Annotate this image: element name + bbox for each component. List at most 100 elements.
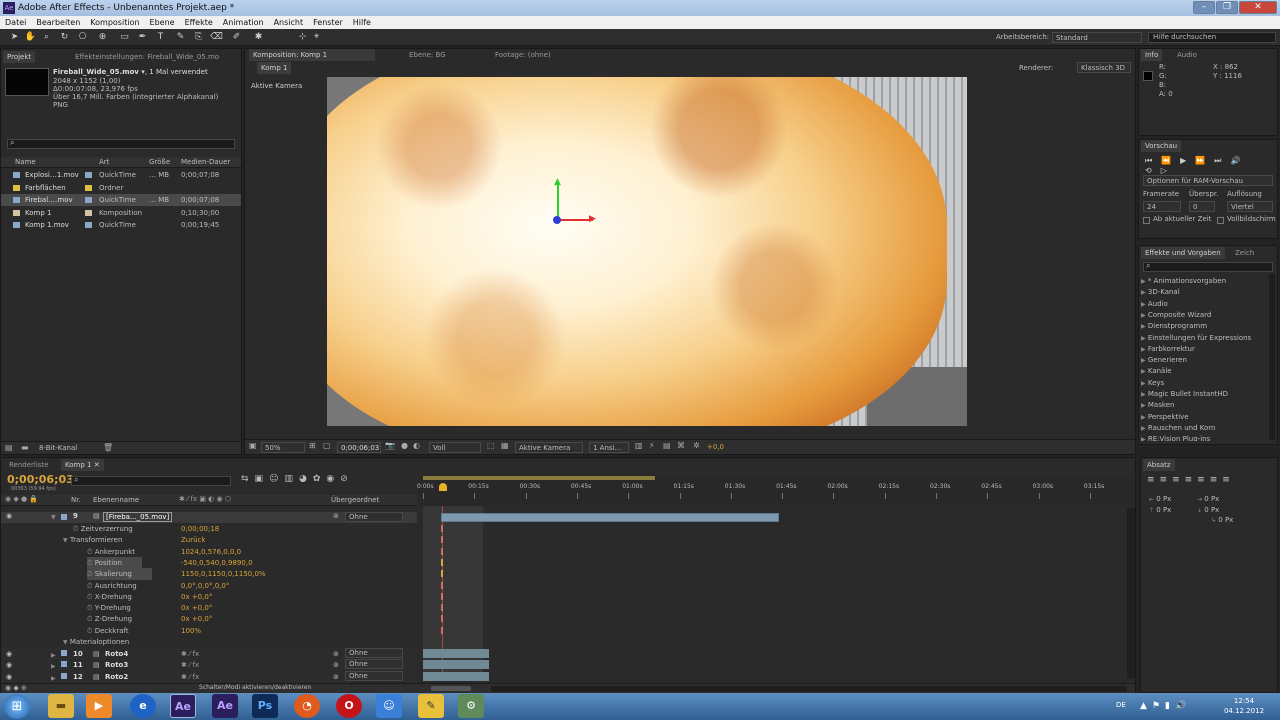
world-axis-icon[interactable]: ⌖ — [310, 31, 323, 44]
comp-mini-flowchart-icon[interactable]: ⇆ — [241, 474, 255, 484]
effects-category[interactable]: ▶ Kanäle — [1141, 365, 1269, 377]
tab-timeline-komp1[interactable]: Komp 1 ✕ — [61, 459, 104, 471]
property-value[interactable]: 1150,0,1150,0,1150,0% — [181, 568, 266, 580]
effects-category[interactable]: ▶ Farbkorrektur — [1141, 343, 1269, 355]
photoshop-taskbar-icon[interactable]: Ps — [252, 694, 278, 718]
effects-category[interactable]: ▶ Dienstprogramm — [1141, 320, 1269, 332]
current-time-indicator[interactable] — [439, 483, 447, 491]
tab-info[interactable]: Info — [1141, 49, 1163, 61]
first-frame-icon[interactable]: ⏮ — [1145, 156, 1161, 165]
keyframe-marker[interactable] — [441, 626, 443, 634]
timeline-zoom-slider[interactable] — [431, 686, 471, 691]
safe-margins-icon[interactable]: ⊞ — [309, 441, 316, 450]
next-frame-icon[interactable]: ⏩ — [1195, 156, 1214, 165]
keyframe-marker[interactable] — [441, 558, 443, 566]
effects-category[interactable]: ▶ * Animationsvorgaben — [1141, 275, 1269, 287]
exposure-value[interactable]: +0,0 — [707, 443, 724, 451]
property-value[interactable]: Zurück — [181, 534, 205, 546]
menu-effekte[interactable]: Effekte — [180, 16, 218, 29]
effects-category[interactable]: ▶ Masken — [1141, 399, 1269, 411]
menu-fenster[interactable]: Fenster — [308, 16, 348, 29]
project-item[interactable]: Komp 1 Komposition 0;10;30;00 — [1, 207, 241, 219]
footer-icons[interactable]: ◉ ◆ ⊕ — [5, 684, 27, 692]
col-duration[interactable]: Medien-Dauer — [181, 158, 230, 166]
keyframe-marker[interactable] — [441, 547, 443, 555]
frame-blending-icon[interactable]: ▥ — [284, 474, 299, 484]
property-row[interactable]: ▼ Materialoptionen — [1, 636, 417, 648]
region-of-interest-icon[interactable]: ⬚ — [487, 441, 495, 450]
fullscreen-checkbox[interactable] — [1217, 217, 1224, 224]
effects-category[interactable]: ▶ Perspektive — [1141, 411, 1269, 423]
layer-duration-bar[interactable] — [423, 649, 489, 658]
start-button-icon[interactable]: ⊞ — [4, 694, 30, 719]
layer-9-parent-select[interactable]: Ohne — [345, 512, 403, 522]
gizmo-x-axis[interactable] — [557, 219, 593, 221]
visibility-icon[interactable]: ◉ — [6, 659, 12, 671]
effects-category[interactable]: ▶ RE:Vision Plug-ins — [1141, 433, 1269, 441]
menu-ebene[interactable]: Ebene — [145, 16, 180, 29]
effects-category[interactable]: ▶ Generieren — [1141, 354, 1269, 366]
col-type[interactable]: Art — [99, 158, 109, 166]
motion-blur-icon[interactable]: ◕ — [299, 474, 313, 484]
view-layout-select[interactable]: 1 Ansi... — [589, 442, 629, 453]
rotate-tool-icon[interactable]: ↻ — [58, 31, 71, 44]
tab-character[interactable]: Zeich — [1231, 247, 1258, 259]
layer-row[interactable]: ◉ ▶ 12 ▤ Roto2 ✱ ⁄ fx ⊚ Ohne — [1, 670, 417, 683]
effects-category[interactable]: ▶ Composite Wizard — [1141, 309, 1269, 321]
layer-row[interactable]: ◉ ▶ 10 ▤ Roto4 ✱ ⁄ fx ⊚ Ohne — [1, 648, 417, 660]
effects-search-input[interactable]: ⌕ — [1143, 261, 1273, 272]
property-row[interactable]: ▼ Transformieren Zurück — [1, 534, 417, 546]
help-search-input[interactable]: Hilfe durchsuchen — [1148, 32, 1276, 43]
skip-field[interactable]: 0 — [1189, 201, 1215, 212]
project-item[interactable]: Farbflächen Ordner — [1, 182, 241, 194]
parent-pickwhip-icon[interactable]: ⊚ — [333, 659, 339, 671]
footage-name[interactable]: Fireball_Wide_05.mov ▾ — [53, 68, 145, 76]
pan-behind-tool-icon[interactable]: ⊕ — [96, 31, 109, 44]
label-color[interactable] — [61, 650, 67, 656]
property-row[interactable]: ⏱ Skalierung 1150,0,1150,0,1150,0% — [1, 568, 417, 581]
keyframe-marker[interactable] — [441, 570, 443, 578]
col-layer-name[interactable]: Ebenenname — [93, 496, 139, 504]
new-folder-icon[interactable]: ▬ — [21, 443, 29, 452]
layer-9-visibility-icon[interactable]: ◉ — [6, 512, 12, 520]
property-value[interactable]: 1024,0,576,0,0,0 — [181, 546, 241, 558]
hide-shy-icon[interactable]: ☺ — [269, 474, 284, 484]
framerate-select[interactable]: 24 — [1143, 201, 1181, 212]
property-value[interactable]: 100% — [181, 625, 201, 637]
keyframe-marker[interactable] — [441, 592, 443, 600]
toggle-switches-modes[interactable]: Schalter/Modi aktivieren/deaktivieren — [199, 684, 311, 691]
close-button[interactable]: ✕ — [1239, 1, 1277, 14]
layer-duration-bar[interactable] — [423, 660, 489, 670]
ie-taskbar-icon[interactable]: e — [130, 694, 156, 718]
tab-footage[interactable]: Footage: (ohne) — [491, 49, 555, 61]
layer-switches[interactable]: ✱ ⁄ fx — [181, 648, 199, 660]
after-effects-2-taskbar-icon[interactable]: Ae — [212, 694, 238, 718]
tab-effect-controls[interactable]: Effekteinstellungen: Fireball_Wide_05.mo — [71, 51, 241, 63]
clone-tool-icon[interactable]: ⎘ — [192, 31, 205, 44]
property-row[interactable]: ⏱ X-Drehung 0x +0,0° — [1, 591, 417, 603]
timeline-icon[interactable]: ▤ — [663, 441, 671, 450]
keyframe-marker[interactable] — [441, 536, 443, 544]
project-search-input[interactable]: ⌕ — [7, 138, 235, 149]
exposure-reset-icon[interactable]: ✲ — [693, 441, 700, 450]
delete-icon[interactable]: 🗑 — [103, 443, 113, 452]
language-indicator[interactable]: DE — [1116, 701, 1126, 709]
layer-9-parent-pickwhip-icon[interactable]: ⊚ — [333, 512, 339, 520]
timeline-v-scrollbar[interactable] — [1127, 508, 1135, 678]
fast-preview-icon[interactable]: ⚡ — [649, 441, 655, 450]
text-tool-icon[interactable]: T — [154, 31, 167, 44]
project-item[interactable]: Firebal….mov QuickTime … MB 0;00;07;08 — [1, 194, 241, 206]
tab-composition[interactable]: Komposition: Komp 1 — [249, 49, 375, 61]
parent-pickwhip-icon[interactable]: ⊚ — [333, 648, 339, 660]
menu-animation[interactable]: Animation — [218, 16, 269, 29]
layer-name[interactable]: Roto4 — [105, 648, 128, 660]
col-name[interactable]: Name — [15, 158, 36, 166]
layer-name[interactable]: Roto2 — [105, 671, 128, 683]
parent-pickwhip-icon[interactable]: ⊚ — [333, 671, 339, 683]
loop-icon[interactable]: ⟲ — [1145, 166, 1161, 175]
parent-select[interactable]: Ohne — [345, 648, 403, 658]
tab-audio[interactable]: Audio — [1173, 49, 1201, 61]
layer-9-label-color[interactable] — [61, 514, 67, 520]
property-value[interactable]: 0x +0,0° — [181, 591, 212, 603]
current-time-field[interactable]: 0;00;06;03 — [337, 442, 381, 453]
